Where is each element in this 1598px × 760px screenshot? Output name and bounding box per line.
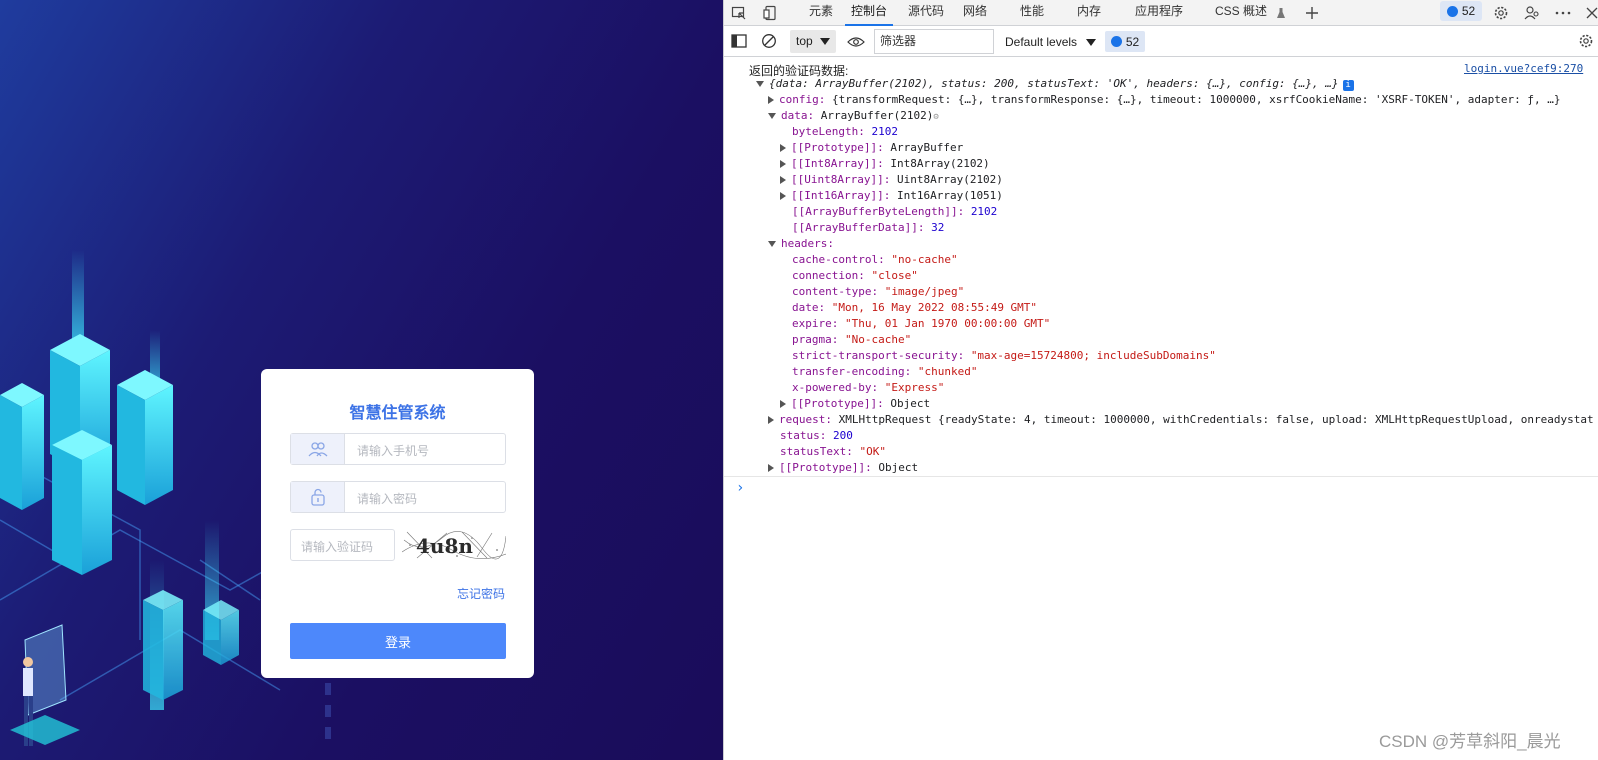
statustext-row: statusText: "OK": [780, 445, 886, 458]
add-tab-icon[interactable]: [1302, 3, 1322, 23]
phone-field[interactable]: 请输入手机号: [290, 433, 506, 465]
source-link[interactable]: login.vue?cef9:270: [1464, 62, 1583, 75]
console-output: 返回的验证码数据: login.vue?cef9:270 {data: Arra…: [724, 58, 1598, 760]
console-toolbar: top 筛选器 Default levels 52: [724, 27, 1598, 57]
header-transfer-encoding: transfer-encoding: "chunked": [792, 365, 978, 378]
info-icon: i: [1342, 80, 1354, 91]
tab-performance[interactable]: 性能: [1020, 0, 1044, 26]
issues-count: 52: [1125, 34, 1140, 49]
login-page: 智慧住管系统 请输入手机号 请输入密码 请输入验证码 4u8n 忘记密码 登录: [0, 0, 723, 760]
arraybuffer-bytelength-row: [[ArrayBufferByteLength]]: 2102: [792, 205, 998, 218]
captcha-placeholder: 请输入验证码: [301, 540, 374, 554]
lock-icon: [291, 482, 345, 512]
chevron-down-icon: [1086, 39, 1097, 46]
inspect-element-icon[interactable]: [729, 3, 749, 23]
expand-toggle-icon[interactable]: [780, 176, 786, 184]
header-pragma: pragma: "No-cache": [792, 333, 912, 346]
captcha-text: 4u8n: [416, 534, 473, 558]
context-select[interactable]: top: [790, 30, 836, 53]
response-object-row[interactable]: {data: ArrayBuffer(2102), status: 200, s…: [756, 76, 1354, 92]
request-row[interactable]: request: XMLHttpRequest {readyState: 4, …: [768, 412, 1594, 428]
more-options-icon[interactable]: [1553, 3, 1573, 23]
arraybuffer-data-row: [[ArrayBufferData]]: 32: [792, 221, 945, 234]
int8array-row[interactable]: [[Int8Array]]: Int8Array(2102): [780, 156, 990, 172]
console-divider: [724, 476, 1598, 477]
flask-icon: [1271, 3, 1291, 23]
login-title: 智慧住管系统: [349, 403, 446, 422]
header-content-type: content-type: "image/jpeg": [792, 285, 965, 298]
expand-toggle-icon[interactable]: [768, 96, 774, 104]
tab-application[interactable]: 应用程序: [1135, 0, 1183, 26]
expand-toggle-icon[interactable]: [780, 160, 786, 168]
chevron-down-icon: [820, 38, 830, 45]
customize-icon[interactable]: [1522, 3, 1542, 23]
tab-elements[interactable]: 元素: [809, 0, 833, 26]
bytelength-row: byteLength: 2102: [792, 125, 898, 138]
device-toolbar-icon[interactable]: [761, 3, 781, 23]
header-x-powered-by: x-powered-by: "Express": [792, 381, 945, 394]
expand-toggle-icon[interactable]: [768, 113, 776, 119]
tab-sources[interactable]: 源代码: [908, 0, 944, 26]
status-row: status: 200: [780, 429, 853, 442]
settings-gear-icon[interactable]: [1491, 3, 1511, 23]
int16array-row[interactable]: [[Int16Array]]: Int16Array(1051): [780, 188, 1003, 204]
captcha-image[interactable]: 4u8n: [402, 530, 506, 560]
root-prototype-row[interactable]: [[Prototype]]: Object: [768, 460, 918, 476]
tab-css-overview[interactable]: CSS 概述: [1215, 0, 1267, 26]
expand-toggle-icon[interactable]: [768, 416, 774, 424]
login-button[interactable]: 登录: [290, 623, 506, 659]
filter-input[interactable]: 筛选器: [874, 29, 994, 54]
headers-row[interactable]: headers:: [768, 236, 834, 252]
message-count-badge[interactable]: 52: [1440, 1, 1482, 21]
expand-toggle-icon[interactable]: [780, 144, 786, 152]
watermark: CSDN @芳草斜阳_晨光: [1379, 732, 1561, 751]
uint8array-row[interactable]: [[Uint8Array]]: Uint8Array(2102): [780, 172, 1003, 188]
message-icon: [1110, 36, 1122, 47]
headers-prototype-row[interactable]: [[Prototype]]: Object: [780, 396, 930, 412]
console-settings-gear-icon[interactable]: [1576, 31, 1596, 51]
tab-network[interactable]: 网络: [963, 0, 987, 26]
captcha-input[interactable]: 请输入验证码: [290, 529, 395, 561]
password-placeholder: 请输入密码: [357, 492, 418, 506]
close-devtools-icon[interactable]: [1582, 3, 1598, 23]
expand-toggle-icon[interactable]: [780, 192, 786, 200]
phone-placeholder: 请输入手机号: [357, 444, 430, 458]
log-levels-dropdown[interactable]: Default levels: [1005, 35, 1097, 49]
header-connection: connection: "close": [792, 269, 918, 282]
clear-console-icon[interactable]: [759, 31, 779, 51]
expand-toggle-icon[interactable]: [780, 400, 786, 408]
header-expire: expire: "Thu, 01 Jan 1970 00:00:00 GMT": [792, 317, 1051, 330]
expand-toggle-icon[interactable]: [768, 464, 774, 472]
message-icon: [1446, 5, 1458, 17]
console-prompt-icon[interactable]: ›: [736, 480, 744, 496]
password-field[interactable]: 请输入密码: [290, 481, 506, 513]
header-date: date: "Mon, 16 May 2022 08:55:49 GMT": [792, 301, 1038, 314]
tab-console[interactable]: 控制台: [845, 0, 894, 26]
log-levels-label: Default levels: [1005, 35, 1078, 49]
expand-toggle-icon[interactable]: [756, 81, 764, 87]
user-group-icon: [291, 434, 345, 464]
login-card: 智慧住管系统 请输入手机号 请输入密码 请输入验证码 4u8n 忘记密码 登录: [261, 369, 534, 678]
config-row[interactable]: config: {transformRequest: {…}, transfor…: [768, 92, 1560, 108]
devtools-tabbar: 元素 控制台 源代码 网络 性能 内存 应用程序 CSS 概述 52: [724, 0, 1598, 26]
data-row[interactable]: data: ArrayBuffer(2102)⚙: [768, 108, 939, 124]
tab-memory[interactable]: 内存: [1077, 0, 1101, 26]
sidebar-toggle-icon[interactable]: [729, 31, 749, 51]
forgot-password-link[interactable]: 忘记密码: [457, 585, 505, 602]
message-count: 52: [1461, 4, 1476, 18]
issues-count-button[interactable]: 52: [1105, 31, 1145, 52]
expand-toggle-icon[interactable]: [768, 241, 776, 247]
header-strict-transport-security: strict-transport-security: "max-age=1572…: [792, 349, 1216, 362]
screen: 智慧住管系统 请输入手机号 请输入密码 请输入验证码 4u8n 忘记密码 登录 …: [0, 0, 1598, 760]
context-value: top: [796, 34, 813, 48]
header-cache-control: cache-control: "no-cache": [792, 253, 958, 266]
prototype-arraybuffer-row[interactable]: [[Prototype]]: ArrayBuffer: [780, 140, 963, 156]
devtools-panel: 元素 控制台 源代码 网络 性能 内存 应用程序 CSS 概述 52 top 筛…: [723, 0, 1598, 760]
live-expression-eye-icon[interactable]: [846, 32, 866, 52]
memory-icon: ⚙: [933, 112, 939, 122]
